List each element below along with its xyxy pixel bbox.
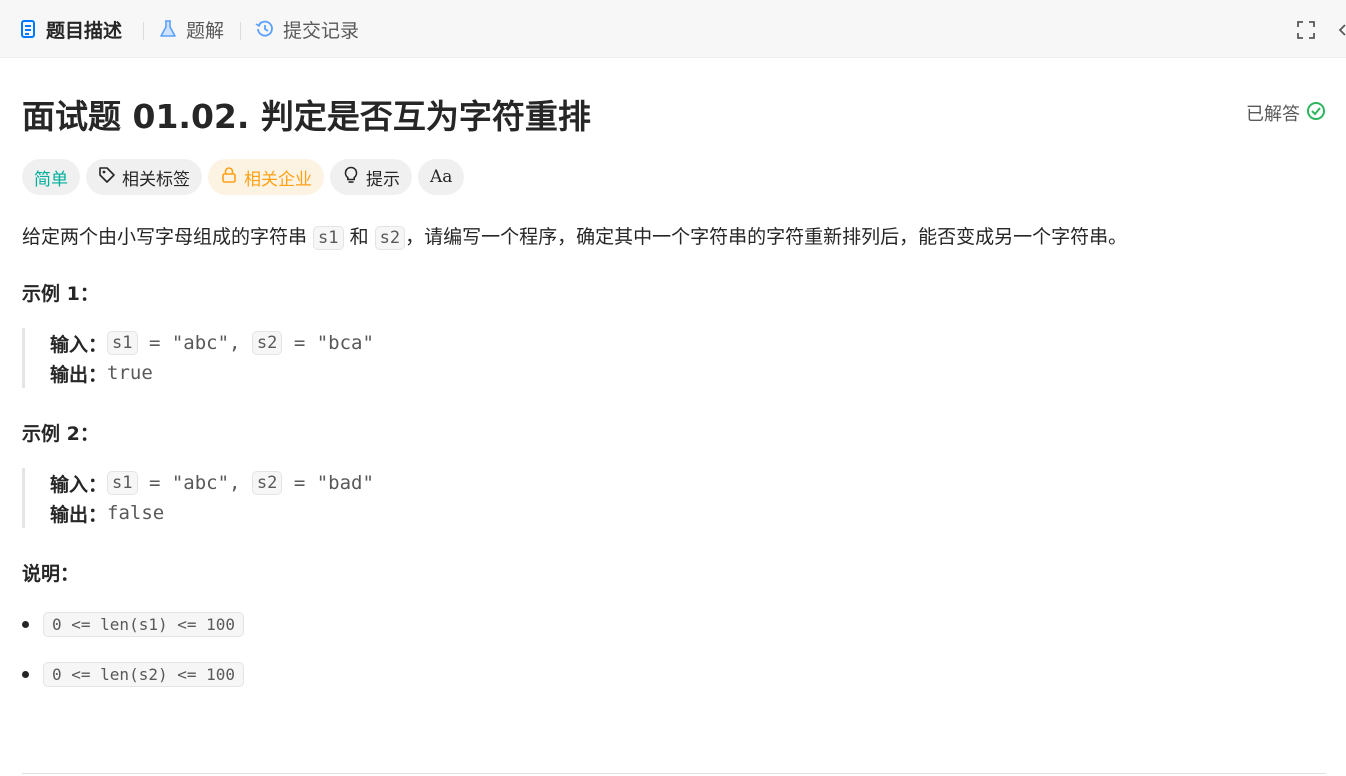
translate-icon: Aa — [430, 167, 453, 187]
related-companies-button[interactable]: 相关企业 — [208, 159, 324, 195]
divider — [22, 773, 1326, 774]
tab-submissions-label: 提交记录 — [283, 19, 360, 42]
example-2-output: 输出： false — [50, 502, 165, 526]
bullet — [22, 621, 29, 628]
document-icon — [18, 19, 38, 39]
tab-divider — [143, 22, 144, 40]
example-1-output: 输出： true — [50, 362, 153, 386]
solved-status: 已解答 — [1246, 100, 1326, 126]
lock-icon — [220, 166, 238, 189]
related-companies-label: 相关企业 — [244, 169, 312, 190]
tab-description-label: 题目描述 — [46, 19, 123, 42]
tab-solutions[interactable]: 题解 — [158, 0, 224, 58]
tab-divider — [240, 22, 241, 40]
example-2-heading: 示例 2： — [22, 423, 99, 445]
notes-heading: 说明： — [22, 563, 80, 585]
fullscreen-icon[interactable] — [1296, 20, 1316, 44]
collapse-icon[interactable] — [1338, 20, 1346, 44]
inline-code: s2 — [374, 226, 406, 250]
list-item: 0 <= len(s1) <= 100 — [22, 612, 245, 637]
example-2-block: 输入： s1 = "abc", s2 = "bad" 输出： false — [22, 468, 622, 528]
lightbulb-icon — [342, 166, 360, 189]
example-2-input: 输入： s1 = "abc", s2 = "bad" — [50, 471, 374, 496]
inline-code: s1 — [313, 226, 344, 250]
check-circle-icon — [1306, 101, 1326, 126]
tab-description[interactable]: 题目描述 — [18, 0, 122, 58]
tag-icon — [98, 166, 116, 189]
solved-label: 已解答 — [1246, 104, 1300, 125]
related-tags-button[interactable]: 相关标签 — [86, 159, 202, 195]
example-1-heading: 示例 1： — [22, 283, 99, 305]
problem-description: 给定两个由小写字母组成的字符串 s1 和 s2 ，请编写一个程序，确定其中一个字符… — [22, 226, 1128, 250]
translate-button[interactable]: Aa — [418, 159, 465, 195]
list-item: 0 <= len(s2) <= 100 — [22, 662, 245, 687]
history-icon — [255, 19, 275, 39]
tab-submissions[interactable]: 提交记录 — [255, 0, 359, 58]
difficulty-badge[interactable]: 简单 — [22, 159, 80, 195]
example-1-input: 输入： s1 = "abc", s2 = "bca" — [50, 331, 374, 356]
tab-solutions-label: 题解 — [186, 19, 225, 42]
related-tags-label: 相关标签 — [122, 169, 190, 190]
example-1-block: 输入： s1 = "abc", s2 = "bca" 输出： true — [22, 328, 622, 388]
bullet — [22, 671, 29, 678]
tab-bar: 题目描述 题解 提交记录 — [0, 0, 1346, 58]
hint-button[interactable]: 提示 — [330, 159, 412, 195]
hint-label: 提示 — [366, 169, 400, 190]
tag-row: 简单 相关标签 相关企业 提示 Aa — [22, 159, 465, 195]
problem-title: 面试题 01.02. 判定是否互为字符重排 — [22, 97, 591, 136]
flask-icon — [158, 19, 178, 39]
